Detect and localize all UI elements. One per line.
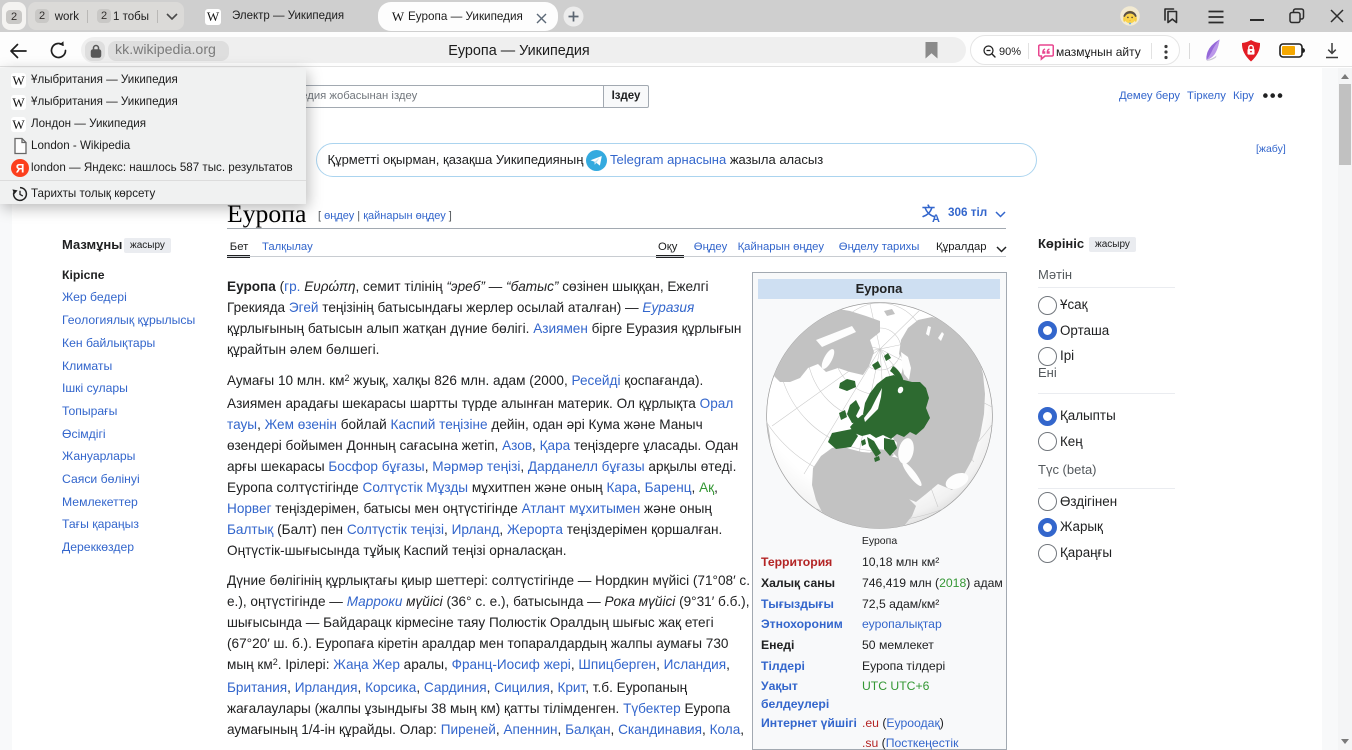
svg-text:Я: Я (16, 162, 25, 176)
svg-text:A: A (932, 213, 940, 223)
